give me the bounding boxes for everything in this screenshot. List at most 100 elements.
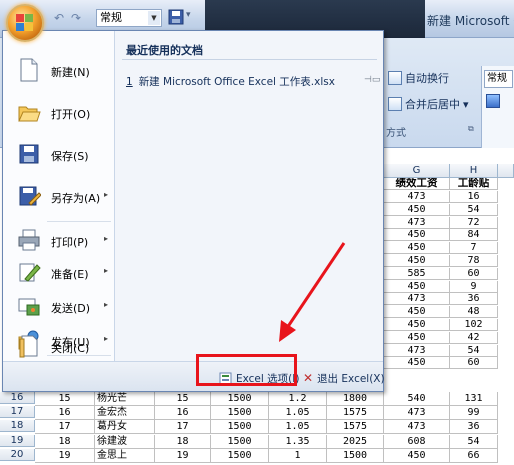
seniority-pay-cell[interactable]: 16 — [450, 191, 498, 203]
base-pay-cell[interactable]: 1500 — [211, 435, 269, 449]
menu-item-new[interactable]: 新建(N) — [3, 51, 115, 91]
post-pay-cell[interactable]: 1800 — [327, 392, 384, 406]
performance-pay-cell[interactable]: 540 — [384, 392, 450, 406]
header-cell-seniority-pay[interactable]: 工龄贴 — [450, 178, 498, 190]
base-pay-cell[interactable]: 1500 — [211, 392, 269, 406]
coefficient-cell[interactable]: 1.2 — [269, 392, 327, 406]
currency-format-icon[interactable] — [486, 94, 500, 108]
undo-icon[interactable]: ↶ — [52, 11, 66, 25]
coefficient-cell[interactable]: 1 — [269, 449, 327, 463]
base-pay-cell[interactable]: 1500 — [211, 406, 269, 420]
header-cell-performance-pay[interactable]: 绩效工资 — [384, 178, 450, 190]
coefficient-cell[interactable]: 1.05 — [269, 406, 327, 420]
seniority-pay-cell[interactable]: 72 — [450, 217, 498, 229]
serial-cell[interactable]: 19 — [35, 449, 95, 463]
post-pay-cell[interactable]: 1575 — [327, 406, 384, 420]
name-cell[interactable]: 徐建波 — [95, 435, 155, 449]
customize-toolbar-icon[interactable]: ▾ — [186, 10, 191, 20]
performance-pay-cell[interactable]: 450 — [384, 204, 450, 216]
performance-pay-cell[interactable]: 450 — [384, 319, 450, 331]
serial-cell[interactable]: 18 — [35, 435, 95, 449]
serial-cell[interactable]: 17 — [35, 420, 95, 434]
performance-pay-cell[interactable]: 473 — [384, 293, 450, 305]
performance-pay-cell[interactable]: 450 — [384, 281, 450, 293]
name-cell[interactable]: 葛丹女 — [95, 420, 155, 434]
seniority-pay-cell[interactable]: 66 — [450, 449, 498, 463]
seniority-pay-cell[interactable]: 7 — [450, 242, 498, 254]
performance-pay-cell[interactable]: 450 — [384, 449, 450, 463]
column-header-i[interactable] — [498, 164, 514, 178]
column-header-h[interactable]: H — [450, 164, 498, 178]
chevron-down-icon[interactable]: ▼ — [148, 11, 160, 25]
redo-icon[interactable]: ↷ — [69, 11, 83, 25]
name-cell[interactable]: 金宏杰 — [95, 406, 155, 420]
seniority-pay-cell[interactable]: 131 — [450, 392, 498, 406]
pin-icon[interactable]: ⊣▭ — [364, 75, 380, 85]
seniority-pay-cell[interactable]: 36 — [450, 293, 498, 305]
performance-pay-cell[interactable]: 473 — [384, 191, 450, 203]
seniority-pay-cell[interactable]: 48 — [450, 306, 498, 318]
dialog-launcher-icon[interactable]: ⧉ — [468, 124, 474, 134]
seniority-pay-cell[interactable]: 54 — [450, 345, 498, 357]
seniority-pay-cell[interactable]: 84 — [450, 229, 498, 241]
style-combo[interactable]: 常规 ▼ — [96, 9, 162, 27]
recent-documents-title: 最近使用的文档 — [126, 44, 203, 57]
seniority-pay-cell[interactable]: 99 — [450, 406, 498, 420]
menu-item-save[interactable]: 保存(S) — [3, 135, 115, 175]
number-format-combo[interactable]: 常规 — [484, 70, 513, 88]
column-header-g[interactable]: G — [384, 164, 450, 178]
seniority-pay-cell[interactable]: 42 — [450, 332, 498, 344]
row-header[interactable]: 18 — [0, 420, 35, 432]
performance-pay-cell[interactable]: 450 — [384, 357, 450, 369]
seniority-cell[interactable]: 18 — [155, 435, 211, 449]
name-cell[interactable]: 杨光芒 — [95, 392, 155, 406]
seniority-pay-cell[interactable]: 9 — [450, 281, 498, 293]
seniority-pay-cell[interactable]: 54 — [450, 435, 498, 449]
seniority-cell[interactable]: 16 — [155, 406, 211, 420]
seniority-pay-cell[interactable]: 54 — [450, 204, 498, 216]
merge-center-button[interactable]: 合并后居中 ▾ — [388, 94, 469, 114]
row-header[interactable]: 19 — [0, 435, 35, 447]
post-pay-cell[interactable]: 1575 — [327, 420, 384, 434]
post-pay-cell[interactable]: 2025 — [327, 435, 384, 449]
seniority-pay-cell[interactable]: 78 — [450, 255, 498, 267]
base-pay-cell[interactable]: 1500 — [211, 420, 269, 434]
name-cell[interactable]: 金思上 — [95, 449, 155, 463]
performance-pay-cell[interactable]: 450 — [384, 242, 450, 254]
performance-pay-cell[interactable]: 473 — [384, 217, 450, 229]
performance-pay-cell[interactable]: 473 — [384, 345, 450, 357]
exit-excel-button[interactable]: ✕ 退出 Excel(X) — [299, 369, 389, 387]
coefficient-cell[interactable]: 1.35 — [269, 435, 327, 449]
wrap-text-button[interactable]: 自动换行 — [388, 68, 449, 88]
seniority-pay-cell[interactable]: 102 — [450, 319, 498, 331]
post-pay-cell[interactable]: 1500 — [327, 449, 384, 463]
performance-pay-cell[interactable]: 473 — [384, 420, 450, 434]
seniority-cell[interactable]: 17 — [155, 420, 211, 434]
serial-cell[interactable]: 16 — [35, 406, 95, 420]
performance-pay-cell[interactable]: 450 — [384, 306, 450, 318]
excel-options-button[interactable]: Excel 选项(I) — [215, 369, 303, 387]
office-button[interactable] — [6, 4, 44, 42]
seniority-pay-cell[interactable]: 36 — [450, 420, 498, 434]
performance-pay-cell[interactable]: 473 — [384, 406, 450, 420]
serial-cell[interactable]: 15 — [35, 392, 95, 406]
menu-item-save-as[interactable]: 另存为(A) ▸ — [3, 177, 115, 217]
performance-pay-cell[interactable]: 608 — [384, 435, 450, 449]
performance-pay-cell[interactable]: 450 — [384, 229, 450, 241]
row-header[interactable]: 17 — [0, 406, 35, 418]
performance-pay-cell[interactable]: 450 — [384, 332, 450, 344]
performance-pay-cell[interactable]: 450 — [384, 255, 450, 267]
row-header[interactable]: 20 — [0, 449, 35, 461]
save-icon[interactable] — [168, 9, 184, 25]
seniority-cell[interactable]: 15 — [155, 392, 211, 406]
base-pay-cell[interactable]: 1500 — [211, 449, 269, 463]
performance-pay-cell[interactable]: 585 — [384, 268, 450, 280]
seniority-pay-cell[interactable]: 60 — [450, 357, 498, 369]
recent-document-item[interactable]: 1 新建 Microsoft Office Excel 工作表.xlsx — [126, 74, 372, 89]
chevron-down-icon[interactable]: ▾ — [463, 98, 469, 111]
menu-item-open[interactable]: 打开(O) — [3, 93, 115, 133]
seniority-pay-cell[interactable]: 60 — [450, 268, 498, 280]
seniority-cell[interactable]: 19 — [155, 449, 211, 463]
row-header[interactable]: 16 — [0, 392, 35, 404]
coefficient-cell[interactable]: 1.05 — [269, 420, 327, 434]
